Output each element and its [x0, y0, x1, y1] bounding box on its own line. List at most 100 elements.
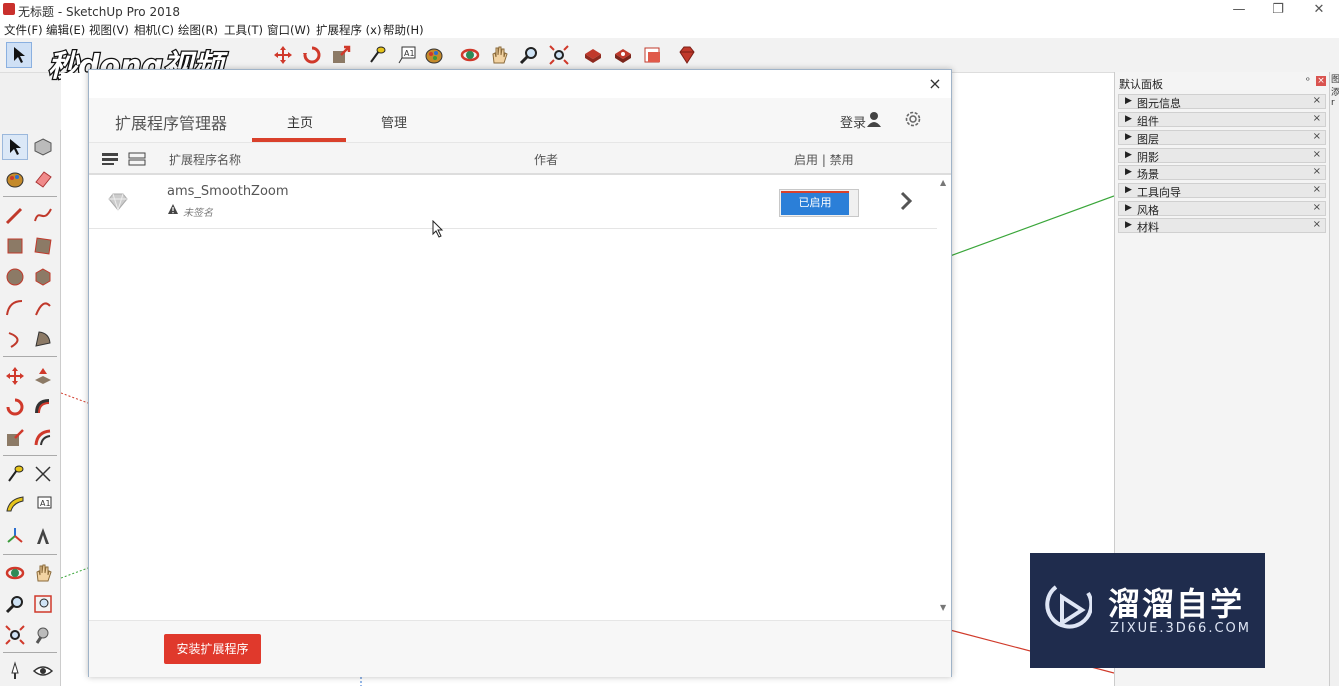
tab-home[interactable]: 主页 — [287, 112, 313, 131]
left-look-around-tool[interactable] — [30, 658, 56, 684]
tray-item-materials[interactable]: ▶ 材料 × — [1118, 218, 1326, 234]
tab-manage[interactable]: 管理 — [381, 112, 407, 131]
left-move-tool[interactable] — [2, 363, 28, 389]
left-circle-tool[interactable] — [2, 264, 28, 290]
tray-item-layers[interactable]: ▶ 图层 × — [1118, 130, 1326, 146]
layout-icon — [644, 47, 660, 63]
pan-tool-button[interactable] — [486, 42, 512, 68]
column-name[interactable]: 扩展程序名称 — [169, 151, 241, 168]
left-component-tool[interactable] — [30, 134, 56, 160]
orbit-tool-button[interactable] — [457, 42, 483, 68]
close-window-button[interactable]: ✕ — [1304, 1, 1334, 19]
zoom-extents-button[interactable] — [546, 42, 572, 68]
chevron-right-icon[interactable] — [899, 190, 913, 212]
tray-item-close-icon[interactable]: × — [1313, 149, 1321, 160]
left-eraser-tool[interactable] — [30, 166, 56, 192]
left-polygon-tool[interactable] — [30, 264, 56, 290]
tray-item-close-icon[interactable]: × — [1313, 131, 1321, 142]
scroll-up-arrow-icon[interactable]: ▲ — [940, 178, 946, 187]
minimize-button[interactable]: — — [1224, 1, 1254, 19]
tray-item-close-icon[interactable]: × — [1313, 219, 1321, 230]
tray-item-scenes[interactable]: ▶ 场景 × — [1118, 165, 1326, 181]
zoom-window-icon — [34, 595, 52, 613]
left-previous-view-tool[interactable] — [30, 622, 56, 648]
left-zoom-extents-tool[interactable] — [2, 622, 28, 648]
left-pan-tool[interactable] — [30, 560, 56, 586]
layout-send-button[interactable] — [640, 42, 666, 68]
collapsed-tray-strip[interactable]: 图 添 r — [1329, 72, 1339, 686]
left-freehand-tool[interactable] — [30, 202, 56, 228]
dialog-close-button[interactable]: × — [925, 74, 945, 94]
scroll-down-arrow-icon[interactable]: ▼ — [940, 603, 946, 612]
share-model-button[interactable] — [610, 42, 636, 68]
left-text-tool[interactable]: A1 — [30, 492, 56, 518]
left-pie-tool[interactable] — [30, 326, 56, 352]
menu-window[interactable]: 窗口(W) — [267, 22, 310, 38]
left-tape-tool[interactable] — [2, 461, 28, 487]
left-zoom-tool[interactable] — [2, 591, 28, 617]
tray-item-close-icon[interactable]: × — [1313, 184, 1321, 195]
left-zoom-window-tool[interactable] — [30, 591, 56, 617]
tray-item-instructor[interactable]: ▶ 工具向导 × — [1118, 183, 1326, 199]
menu-extensions[interactable]: 扩展程序 (x) — [316, 22, 381, 38]
left-paint-tool[interactable] — [2, 166, 28, 192]
tray-item-close-icon[interactable]: × — [1313, 95, 1321, 106]
detail-view-icon[interactable] — [128, 151, 146, 167]
left-rotate-tool[interactable] — [2, 394, 28, 420]
tray-item-close-icon[interactable]: × — [1313, 202, 1321, 213]
user-icon[interactable] — [867, 111, 881, 127]
left-2pt-arc-tool[interactable] — [30, 295, 56, 321]
left-scale-tool[interactable] — [2, 425, 28, 451]
list-view-icon[interactable] — [101, 151, 119, 167]
menu-camera[interactable]: 相机(C) — [134, 22, 174, 38]
tray-item-components[interactable]: ▶ 组件 × — [1118, 112, 1326, 128]
left-axes-tool[interactable] — [2, 523, 28, 549]
extension-row[interactable]: ams_SmoothZoom 未签名 已启用 — [89, 176, 937, 229]
left-arc-tool[interactable] — [2, 295, 28, 321]
left-rotated-rect-tool[interactable] — [30, 233, 56, 259]
left-protractor-tool[interactable] — [2, 492, 28, 518]
strip-label: 添 — [1331, 88, 1339, 98]
left-orbit-tool[interactable] — [2, 560, 28, 586]
pin-icon[interactable]: ᵒ — [1306, 76, 1310, 87]
restore-button[interactable]: ❐ — [1263, 1, 1293, 19]
left-select-tool[interactable] — [2, 134, 28, 160]
menu-file[interactable]: 文件(F) — [4, 22, 43, 38]
left-followme-tool[interactable] — [30, 394, 56, 420]
tray-item-shadows[interactable]: ▶ 阴影 × — [1118, 148, 1326, 164]
tray-item-close-icon[interactable]: × — [1313, 166, 1321, 177]
left-3dtext-tool[interactable] — [30, 523, 56, 549]
left-line-tool[interactable] — [2, 202, 28, 228]
menu-draw[interactable]: 绘图(R) — [178, 22, 218, 38]
enable-toggle[interactable]: 已启用 — [779, 189, 859, 217]
rotate-tool-button[interactable] — [299, 42, 325, 68]
menu-tools[interactable]: 工具(T) — [224, 22, 263, 38]
scale-tool-button[interactable] — [328, 42, 354, 68]
extension-warehouse-button[interactable] — [674, 42, 700, 68]
menu-view[interactable]: 视图(V) — [89, 22, 129, 38]
tray-item-close-icon[interactable]: × — [1313, 113, 1321, 124]
left-rectangle-tool[interactable] — [2, 233, 28, 259]
tray-item-entity-info[interactable]: ▶ 图元信息 × — [1118, 94, 1326, 110]
gear-icon[interactable] — [903, 109, 923, 129]
left-dimension-tool[interactable] — [30, 461, 56, 487]
rotated-rectangle-icon — [34, 237, 52, 255]
move-tool-button[interactable] — [270, 42, 296, 68]
left-position-camera-tool[interactable] — [2, 658, 28, 684]
tray-item-styles[interactable]: ▶ 风格 × — [1118, 201, 1326, 217]
login-link[interactable]: 登录 — [840, 112, 866, 131]
paint-tool-button[interactable] — [421, 42, 447, 68]
install-extension-button[interactable]: 安装扩展程序 — [164, 634, 261, 664]
zoom-tool-button[interactable] — [516, 42, 542, 68]
menu-edit[interactable]: 编辑(E) — [46, 22, 85, 38]
left-3pt-arc-tool[interactable] — [2, 326, 28, 352]
left-pushpull-tool[interactable] — [30, 363, 56, 389]
tray-close-icon[interactable]: × — [1316, 76, 1326, 86]
menu-help[interactable]: 帮助(H) — [383, 22, 424, 38]
select-tool-button[interactable] — [6, 42, 32, 68]
column-author[interactable]: 作者 — [534, 151, 558, 168]
warehouse-button[interactable] — [580, 42, 606, 68]
tape-tool-button[interactable] — [364, 42, 390, 68]
left-offset-tool[interactable] — [30, 425, 56, 451]
text-tool-button[interactable]: A1 — [394, 42, 420, 68]
